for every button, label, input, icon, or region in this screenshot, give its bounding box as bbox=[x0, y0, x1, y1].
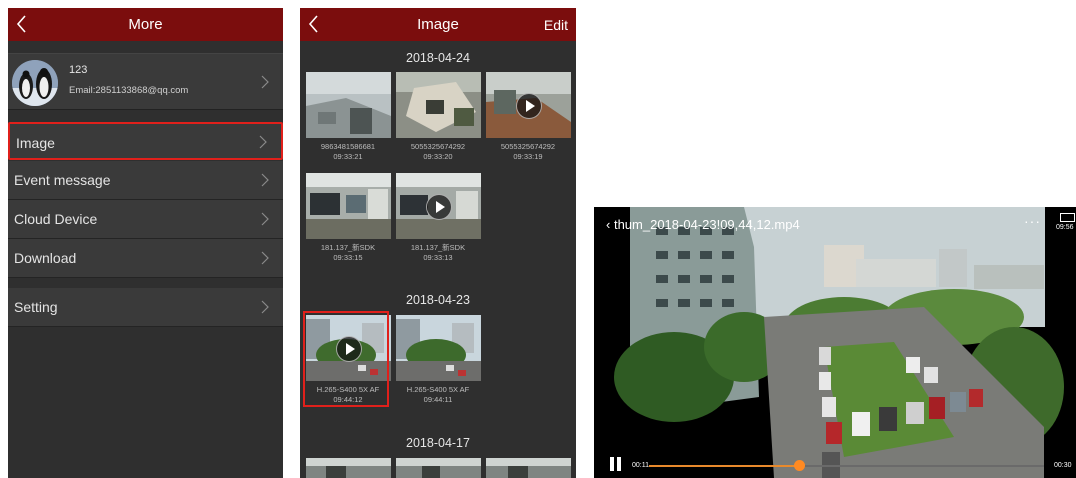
video-title[interactable]: ‹ thum_2018-04-23!09,44,12.mp4 bbox=[606, 217, 800, 232]
thumbnail-label: 5055325674292 09:33:19 bbox=[485, 142, 571, 162]
thumbnail-label: 181.137_新SDK 09:33:13 bbox=[395, 243, 481, 263]
thumbnail-name: 5055325674292 bbox=[410, 142, 466, 151]
thumbnail-time: 09:33:20 bbox=[423, 152, 453, 161]
thumbnail-label: 181.137_新SDK 09:33:15 bbox=[305, 243, 391, 263]
more-header: More bbox=[8, 8, 283, 41]
penguin-avatar-icon bbox=[12, 60, 58, 106]
thumbnail-name: H.265-S400 5X AF bbox=[406, 385, 470, 394]
thumbnail-name: 5055325674292 bbox=[500, 142, 556, 151]
thumbnail-image[interactable] bbox=[396, 458, 481, 478]
profile-email: Email:2851133868@qq.com bbox=[69, 85, 189, 96]
image-screen: Image Edit 2018-04-24 9863481586681 09:3… bbox=[300, 8, 576, 478]
image-header: Image Edit bbox=[300, 8, 576, 41]
office-photo-icon bbox=[306, 458, 391, 478]
selected-item-highlight bbox=[303, 311, 389, 407]
thumbnail-label: 5055325674292 09:33:20 bbox=[395, 142, 481, 162]
menu-item-label: Cloud Device bbox=[14, 211, 98, 227]
menu-item-setting[interactable]: Setting bbox=[8, 288, 283, 327]
menu-item-label: Event message bbox=[14, 172, 111, 188]
more-screen: More 123 Email:2851133868@qq.com Image E… bbox=[8, 8, 283, 478]
thumbnail-image[interactable] bbox=[306, 458, 391, 478]
back-arrow-icon[interactable]: ‹ bbox=[606, 217, 614, 232]
thumbnail-image[interactable] bbox=[306, 72, 391, 138]
thumbnail-label: 9863481586681 09:33:21 bbox=[305, 142, 391, 162]
date-header: 2018-04-24 bbox=[406, 51, 470, 65]
thumbnail-name: 181.137_新SDK bbox=[320, 243, 376, 252]
status-clock: 09:56 bbox=[1056, 224, 1074, 231]
thumbnail-time: 09:33:19 bbox=[513, 152, 543, 161]
office-photo-icon bbox=[396, 72, 481, 138]
menu-item-label: Download bbox=[14, 250, 77, 266]
progress-fill bbox=[649, 465, 799, 467]
thumbnail-time: 09:33:13 bbox=[423, 253, 453, 262]
progress-knob[interactable] bbox=[794, 460, 805, 471]
thumbnail-image[interactable] bbox=[396, 72, 481, 138]
thumbnail-video[interactable] bbox=[396, 173, 481, 239]
profile-name: 123 bbox=[69, 64, 88, 76]
edit-button[interactable]: Edit bbox=[544, 17, 568, 33]
thumbnail-image[interactable] bbox=[486, 458, 571, 478]
chevron-right-icon bbox=[259, 135, 267, 149]
play-icon bbox=[516, 93, 542, 119]
battery-icon bbox=[1060, 213, 1075, 222]
menu-item-label: Image bbox=[16, 135, 55, 151]
thumbnail-name: 9863481586681 bbox=[320, 142, 376, 151]
play-icon bbox=[426, 194, 452, 220]
video-player: ‹ thum_2018-04-23!09,44,12.mp4 ··· 09:56… bbox=[594, 207, 1076, 478]
chevron-right-icon bbox=[261, 75, 269, 89]
menu-item-image[interactable]: Image bbox=[8, 122, 283, 160]
current-time: 00:11 bbox=[632, 462, 649, 469]
thumbnail-image[interactable] bbox=[306, 173, 391, 239]
chevron-right-icon bbox=[261, 251, 269, 265]
thumbnail-label: H.265-S400 5X AF 09:44:11 bbox=[395, 385, 481, 405]
thumbnail-time: 09:33:21 bbox=[333, 152, 363, 161]
menu-item-event-message[interactable]: Event message bbox=[8, 161, 283, 200]
avatar bbox=[12, 60, 58, 106]
chevron-right-icon bbox=[261, 212, 269, 226]
office-photo-icon bbox=[396, 458, 481, 478]
chevron-right-icon bbox=[261, 173, 269, 187]
more-options-icon[interactable]: ··· bbox=[1024, 213, 1041, 229]
page-title: Image bbox=[417, 16, 459, 33]
menu-item-cloud-device[interactable]: Cloud Device bbox=[8, 200, 283, 239]
menu-item-label: Setting bbox=[14, 299, 58, 315]
video-filename: thum_2018-04-23!09,44,12.mp4 bbox=[613, 217, 800, 232]
thumbnail-time: 09:44:11 bbox=[423, 395, 453, 404]
menu-item-download[interactable]: Download bbox=[8, 239, 283, 278]
thumbnail-time: 09:33:15 bbox=[333, 253, 363, 262]
pause-icon[interactable] bbox=[609, 457, 623, 471]
thumbnail-image[interactable] bbox=[396, 315, 481, 381]
profile-row[interactable]: 123 Email:2851133868@qq.com bbox=[8, 53, 283, 110]
page-title: More bbox=[128, 16, 163, 33]
date-header: 2018-04-17 bbox=[406, 436, 470, 450]
video-frame[interactable] bbox=[594, 207, 1076, 478]
thumbnail-video[interactable] bbox=[486, 72, 571, 138]
thumbnail-name: 181.137_新SDK bbox=[410, 243, 466, 252]
end-time: 00:30 bbox=[1054, 462, 1072, 469]
office-photo-icon bbox=[486, 458, 571, 478]
chevron-right-icon bbox=[261, 300, 269, 314]
office-photo-icon bbox=[306, 72, 391, 138]
street-photo-icon bbox=[396, 315, 481, 381]
date-header: 2018-04-23 bbox=[406, 293, 470, 307]
office-photo-icon bbox=[306, 173, 391, 239]
